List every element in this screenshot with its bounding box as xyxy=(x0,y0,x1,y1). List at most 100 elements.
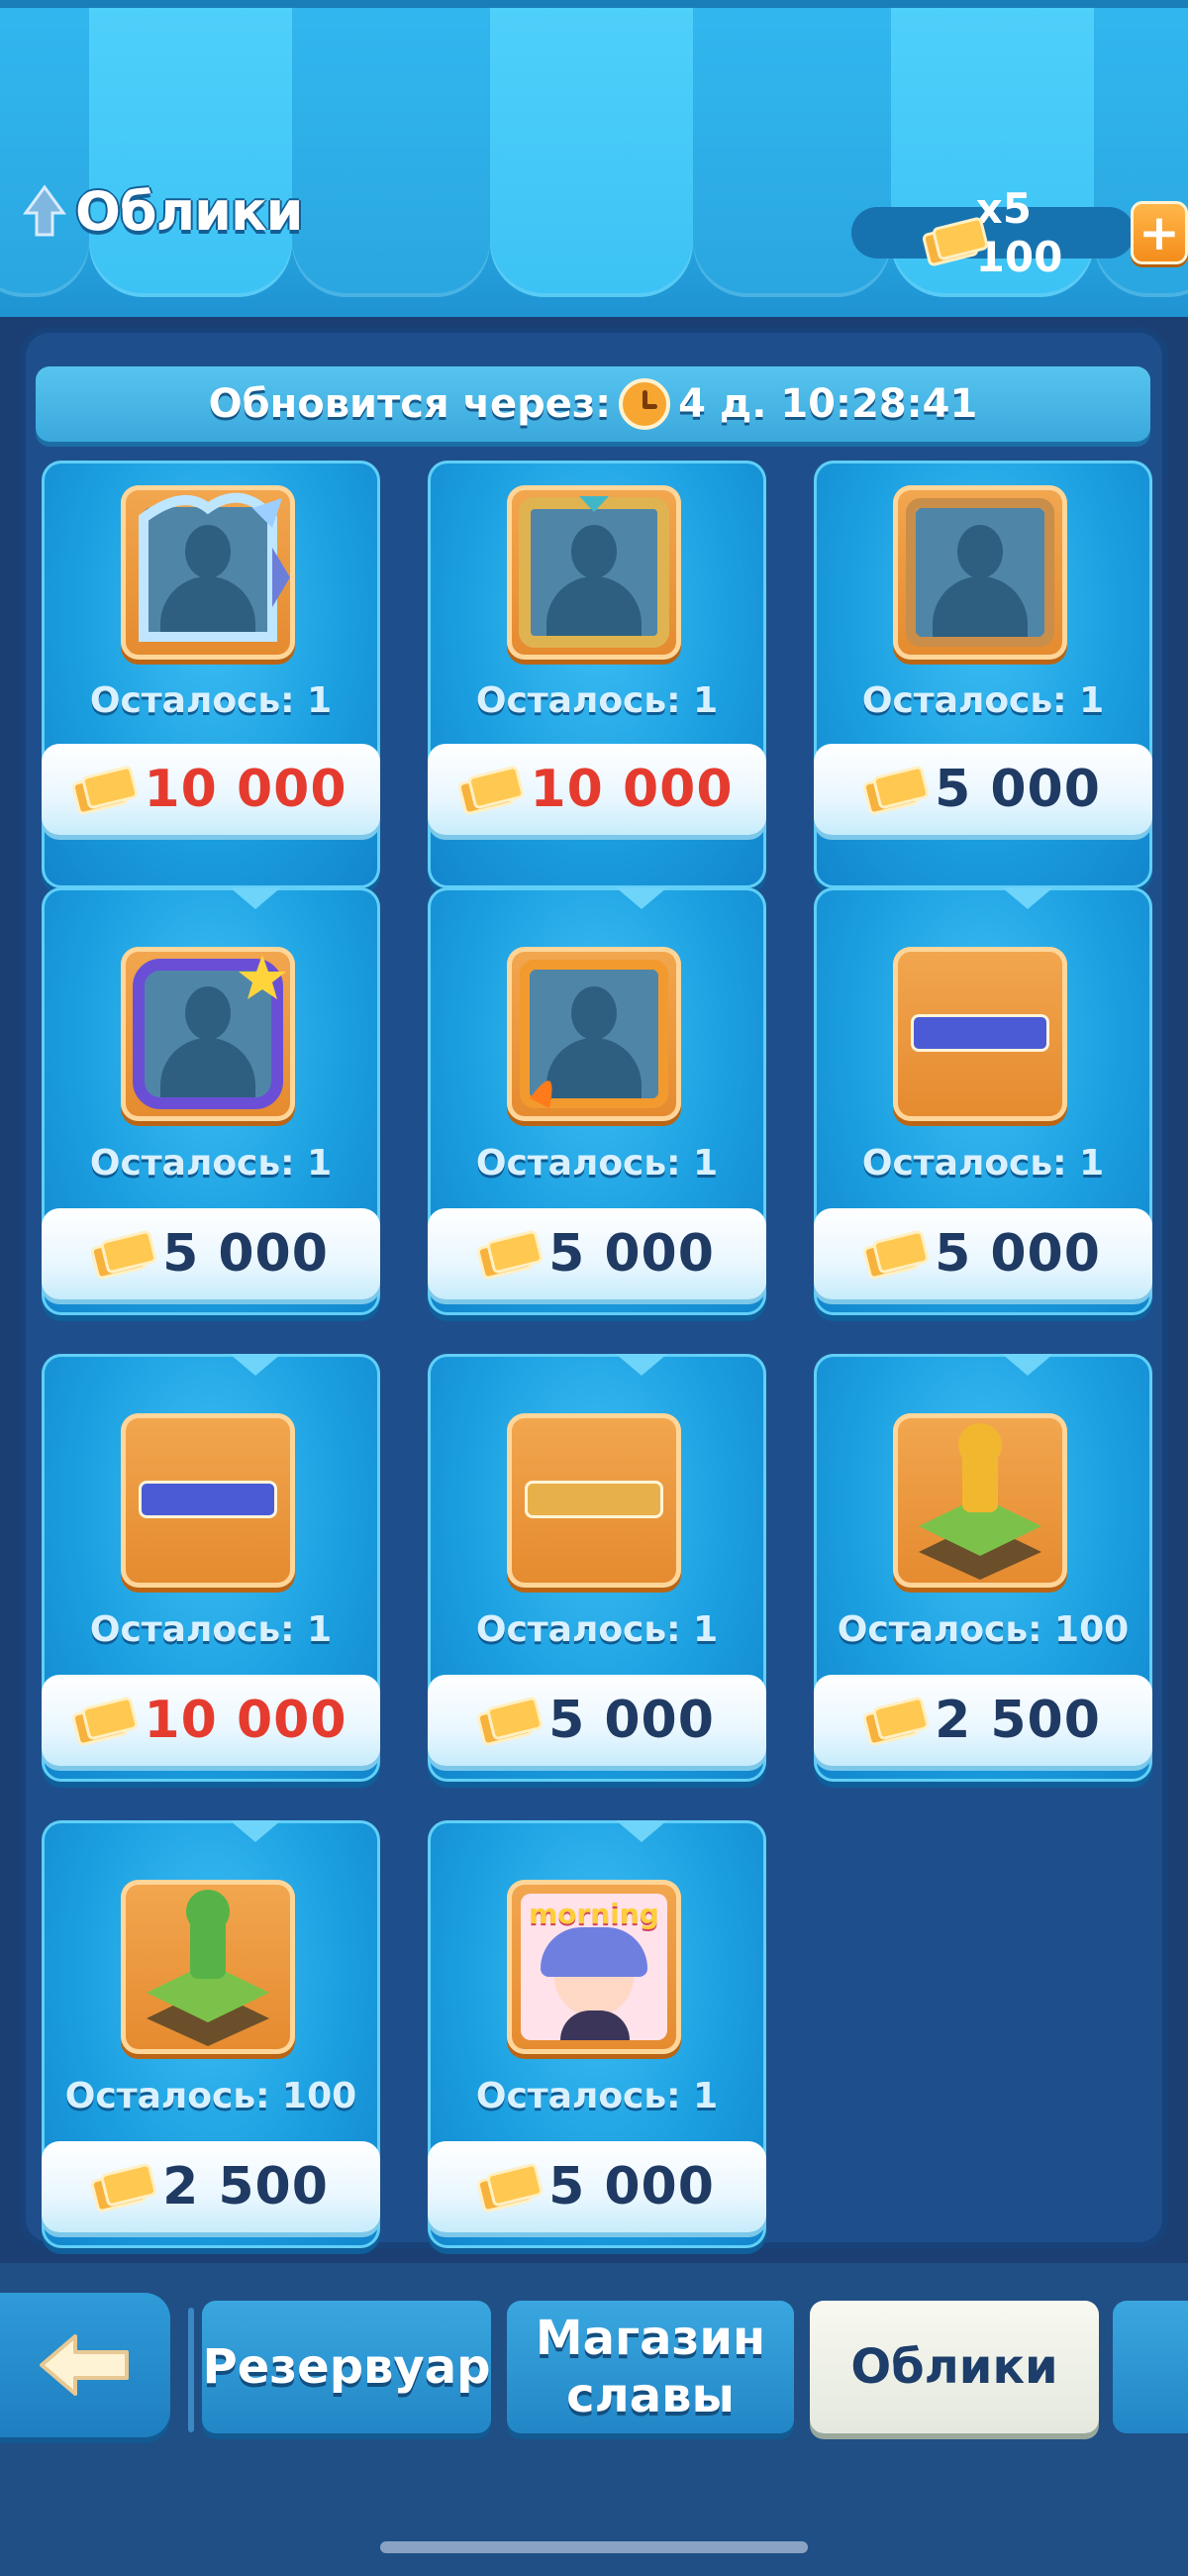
buy-button[interactable]: 5 000 xyxy=(428,2141,766,2232)
snail-nameplate-icon xyxy=(507,1413,681,1588)
gold-frame-icon xyxy=(507,485,681,660)
skin-card[interactable]: Осталось: 1 5 000 xyxy=(428,1354,766,1782)
star-nameplate-icon xyxy=(893,947,1067,1121)
card-notch xyxy=(616,1820,667,1842)
remaining-count: Осталось: 1 xyxy=(89,680,333,721)
refresh-time: 4 д. 10:28:41 xyxy=(678,381,978,427)
remaining-count: Осталось: 1 xyxy=(89,1143,333,1184)
remaining-count: Осталось: 1 xyxy=(861,1143,1105,1184)
tab-next-partial[interactable] xyxy=(1113,2301,1188,2433)
price-value: 5 000 xyxy=(935,1224,1101,1284)
tab-reservoir-label: Резервуар xyxy=(202,2339,491,2395)
price-value: 5 000 xyxy=(162,1224,329,1284)
currency-pill: x5 100 xyxy=(851,184,1135,281)
price-value: 5 000 xyxy=(548,2157,715,2216)
add-currency-button[interactable]: + xyxy=(1130,201,1188,264)
price-value: 5 000 xyxy=(935,760,1101,819)
skin-card[interactable]: Осталось: 1 5 000 xyxy=(42,887,380,1315)
currency-amount: x5 100 xyxy=(975,184,1063,281)
buy-button[interactable]: 10 000 xyxy=(42,744,380,835)
clock-icon xyxy=(619,378,671,430)
awning-stripe xyxy=(0,0,89,297)
trophy-tile-icon xyxy=(893,1413,1067,1588)
ticket-icon xyxy=(71,1696,140,1747)
back-button[interactable] xyxy=(0,2293,170,2437)
tab-fame-shop-label: Магазин славы xyxy=(535,2311,766,2423)
home-indicator xyxy=(380,2541,808,2553)
ticket-icon xyxy=(921,216,990,267)
ticket-icon xyxy=(861,1229,931,1281)
page-title-text: Облики xyxy=(75,179,303,243)
awning-stripe xyxy=(292,0,490,297)
card-notch xyxy=(230,887,281,909)
ticket-icon xyxy=(71,765,140,816)
card-notch xyxy=(1002,887,1053,909)
card-notch xyxy=(616,887,667,909)
skin-card[interactable]: Осталось: 1 10 000 xyxy=(42,461,380,888)
skin-card[interactable]: Осталось: 1 10 000 xyxy=(428,461,766,888)
refresh-timer-banner: Обновится через: 4 д. 10:28:41 xyxy=(36,366,1150,442)
remaining-count: Осталось: 1 xyxy=(475,680,719,721)
card-notch xyxy=(616,1354,667,1376)
skin-card[interactable]: Осталось: 1 5 000 xyxy=(814,461,1152,888)
buy-button[interactable]: 2 500 xyxy=(42,2141,380,2232)
currency-counter: x5 100 + xyxy=(851,184,1188,281)
flame-frame-icon xyxy=(507,947,681,1121)
skin-card[interactable]: morning Осталось: 1 5 000 xyxy=(428,1820,766,2248)
tab-fame-shop[interactable]: Магазин славы xyxy=(507,2301,794,2433)
price-value: 5 000 xyxy=(548,1691,715,1750)
refresh-label: Обновится через: xyxy=(208,381,612,427)
sticker-text: morning xyxy=(529,1898,659,1930)
page-title: Облики xyxy=(20,176,303,246)
price-value: 2 500 xyxy=(935,1691,1101,1750)
card-notch xyxy=(1002,1354,1053,1376)
remaining-count: Осталось: 1 xyxy=(475,1609,719,1650)
back-arrow-icon xyxy=(40,2334,129,2396)
price-value: 10 000 xyxy=(144,760,347,819)
buy-button[interactable]: 5 000 xyxy=(814,744,1152,835)
remaining-count: Осталось: 1 xyxy=(475,1143,719,1184)
buy-button[interactable]: 5 000 xyxy=(428,1675,766,1766)
ticket-icon xyxy=(475,2162,544,2214)
remaining-count: Осталось: 100 xyxy=(837,1609,1130,1650)
tab-reservoir[interactable]: Резервуар xyxy=(202,2301,491,2433)
bronze-frame-icon xyxy=(893,485,1067,660)
star-frame-icon xyxy=(121,947,295,1121)
remaining-count: Осталось: 1 xyxy=(89,1609,333,1650)
buy-button[interactable]: 5 000 xyxy=(814,1208,1152,1299)
remaining-count: Осталось: 1 xyxy=(475,2076,719,2116)
ticket-icon xyxy=(861,765,931,816)
ticket-icon xyxy=(89,1229,158,1281)
price-value: 2 500 xyxy=(162,2157,329,2216)
remaining-count: Осталось: 1 xyxy=(861,680,1105,721)
buy-button[interactable]: 10 000 xyxy=(428,744,766,835)
ticket-icon xyxy=(861,1696,931,1747)
nav-divider xyxy=(188,2308,194,2432)
awning-stripe xyxy=(490,0,693,297)
skin-card[interactable]: Осталось: 1 5 000 xyxy=(814,887,1152,1315)
buy-button[interactable]: 2 500 xyxy=(814,1675,1152,1766)
tree-icon xyxy=(23,184,66,237)
ticket-icon xyxy=(475,1229,544,1281)
buy-button[interactable]: 10 000 xyxy=(42,1675,380,1766)
tab-skins[interactable]: Облики xyxy=(810,2301,1099,2433)
morning-sticker-icon: morning xyxy=(507,1880,681,2054)
awning-stripe xyxy=(89,0,292,297)
skin-card[interactable]: Осталось: 100 2 500 xyxy=(42,1820,380,2248)
crystal-nameplate-icon xyxy=(121,1413,295,1588)
price-value: 5 000 xyxy=(548,1224,715,1284)
garden-tile-icon xyxy=(121,1880,295,2054)
skin-card[interactable]: Осталось: 1 10 000 xyxy=(42,1354,380,1782)
card-notch xyxy=(230,1820,281,1842)
ticket-icon xyxy=(475,1696,544,1747)
ticket-icon xyxy=(89,2162,158,2214)
dragon-frame-icon xyxy=(121,485,295,660)
buy-button[interactable]: 5 000 xyxy=(42,1208,380,1299)
ticket-icon xyxy=(457,765,526,816)
buy-button[interactable]: 5 000 xyxy=(428,1208,766,1299)
skin-card[interactable]: Осталось: 1 5 000 xyxy=(428,887,766,1315)
card-notch xyxy=(230,1354,281,1376)
price-value: 10 000 xyxy=(530,760,734,819)
skin-card[interactable]: Осталось: 100 2 500 xyxy=(814,1354,1152,1782)
tab-skins-label: Облики xyxy=(850,2339,1058,2395)
